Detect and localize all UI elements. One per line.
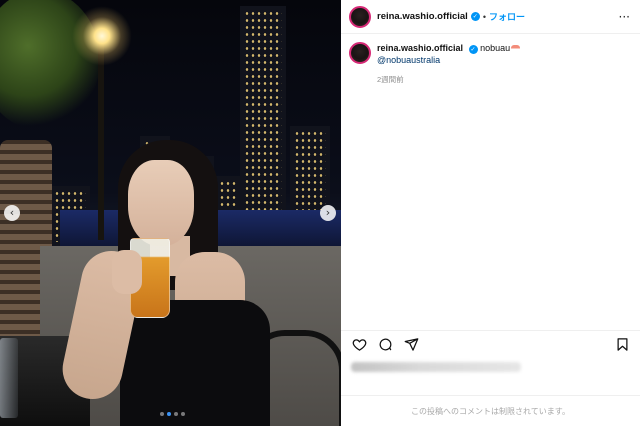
bookmark-icon[interactable]	[614, 337, 630, 353]
caption-avatar[interactable]	[349, 42, 371, 64]
person-dress	[120, 300, 270, 426]
carousel-dot	[160, 412, 164, 416]
person-hand	[112, 250, 142, 294]
post-sidebar: reina.washio.official ✓ • フォロー ··· reina…	[341, 0, 640, 426]
caption-username[interactable]: reina.washio.official	[377, 43, 463, 53]
caption: reina.washio.official ✓ nobuau @nobuaust…	[349, 42, 629, 85]
mention-link[interactable]: @nobuaustralia	[377, 54, 520, 66]
water-glass	[0, 338, 18, 418]
previous-slide-button[interactable]: ‹	[4, 205, 20, 221]
post-header: reina.washio.official ✓ • フォロー ···	[341, 0, 640, 34]
carousel-dot	[174, 412, 178, 416]
skyscraper	[240, 6, 286, 236]
avatar[interactable]	[349, 5, 371, 28]
caption-text: nobuau	[480, 43, 511, 53]
share-icon[interactable]	[403, 337, 419, 353]
post-photo[interactable]: ‹ ›	[0, 0, 341, 426]
verified-badge-icon: ✓	[468, 45, 478, 54]
next-slide-button[interactable]: ›	[320, 205, 336, 221]
more-options-icon[interactable]: ···	[619, 10, 630, 24]
comments-restricted-notice: この投稿へのコメントは制限されています。	[411, 406, 570, 416]
carousel-dot	[181, 412, 185, 416]
carousel-indicator	[160, 412, 185, 416]
follow-button[interactable]: フォロー	[489, 10, 525, 23]
header-username[interactable]: reina.washio.official	[377, 11, 468, 22]
separator-dot: •	[482, 11, 486, 22]
heart-icon[interactable]	[351, 337, 367, 353]
comment-footer: この投稿へのコメントは制限されています。	[341, 395, 640, 426]
person-face	[128, 160, 194, 246]
verified-badge-icon: ✓	[470, 12, 480, 21]
post-timestamp[interactable]: 2週間前	[377, 74, 629, 85]
street-lamp	[72, 6, 132, 66]
likes-summary-blurred	[351, 362, 521, 372]
sushi-icon	[511, 45, 521, 52]
lamp-pole	[98, 40, 104, 240]
comment-icon[interactable]	[377, 337, 393, 353]
carousel-dot	[167, 412, 171, 416]
action-bar	[341, 330, 640, 358]
